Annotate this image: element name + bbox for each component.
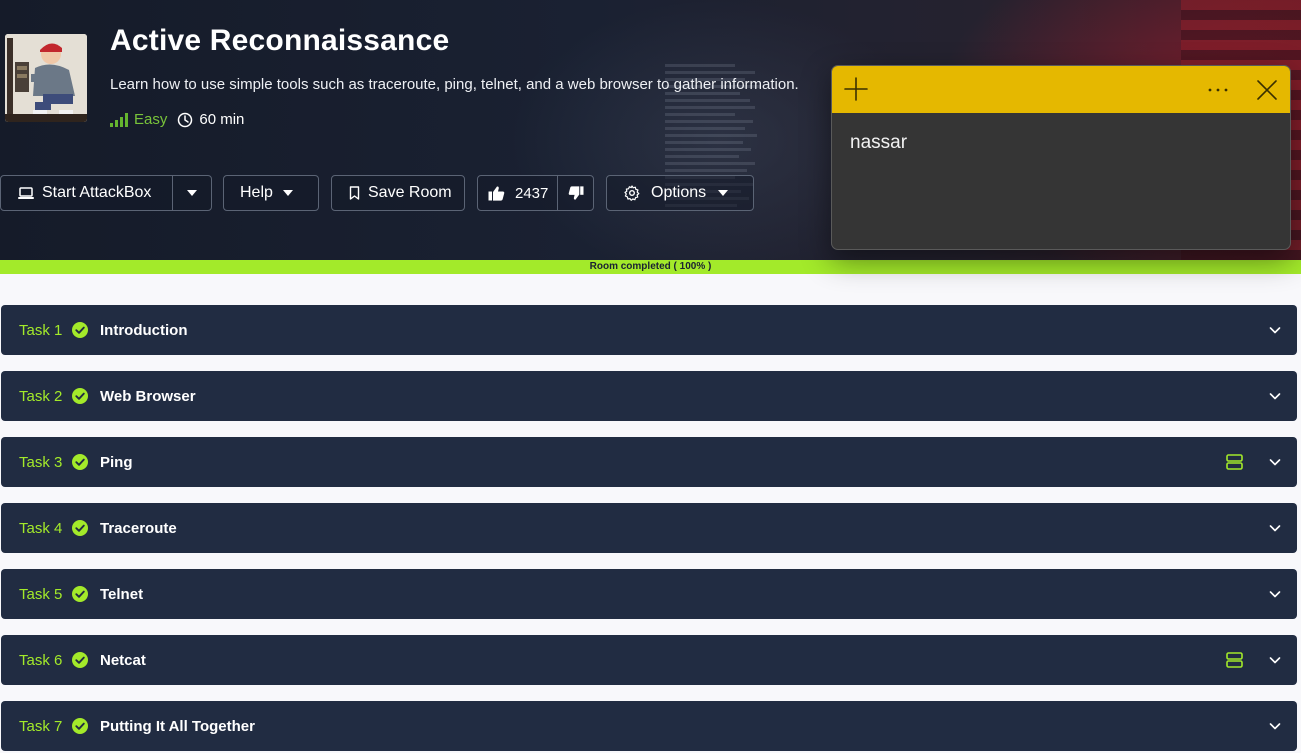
task-title: Ping <box>100 453 133 471</box>
caret-down-icon <box>282 190 293 196</box>
check-circle-icon <box>72 454 88 470</box>
task-row[interactable]: Task 6 Netcat <box>1 635 1297 685</box>
thumbs-down-icon <box>568 185 583 200</box>
sticky-note-header[interactable] <box>832 66 1290 113</box>
progress-label: Room completed ( 100% ) <box>589 261 712 272</box>
chevron-down-icon[interactable] <box>1269 720 1281 732</box>
check-circle-icon <box>72 388 88 404</box>
task-number: Task 3 <box>19 453 63 471</box>
task-number: Task 6 <box>19 651 63 669</box>
chevron-down-icon[interactable] <box>1269 324 1281 336</box>
check-circle-icon <box>72 718 88 734</box>
like-button[interactable]: 2437 <box>477 175 558 211</box>
chevron-down-icon[interactable] <box>1269 588 1281 600</box>
sticky-note-window[interactable]: nassar <box>831 65 1291 250</box>
check-circle-icon <box>72 322 88 338</box>
clock-icon <box>178 112 193 127</box>
room-meta: Easy 60 min <box>110 111 244 128</box>
save-room-button[interactable]: Save Room <box>331 175 465 211</box>
room-progress-bar: Room completed ( 100% ) <box>0 260 1301 274</box>
task-title: Traceroute <box>100 519 177 537</box>
laptop-icon <box>18 187 34 199</box>
task-title: Web Browser <box>100 387 196 405</box>
task-title: Netcat <box>100 651 146 669</box>
chevron-down-icon[interactable] <box>1269 654 1281 666</box>
task-number: Task 1 <box>19 321 63 339</box>
check-circle-icon <box>72 586 88 602</box>
check-circle-icon <box>72 520 88 536</box>
more-options-icon[interactable] <box>1206 78 1230 102</box>
task-row[interactable]: Task 4 Traceroute <box>1 503 1297 553</box>
duration-label: 60 min <box>199 111 245 128</box>
room-icon <box>5 34 87 122</box>
task-number: Task 7 <box>19 717 63 735</box>
difficulty-label: Easy <box>134 111 168 128</box>
task-row[interactable]: Task 2 Web Browser <box>1 371 1297 421</box>
sticky-note-text[interactable]: nassar <box>850 132 907 154</box>
chevron-down-icon[interactable] <box>1269 456 1281 468</box>
options-button[interactable]: Options <box>606 175 754 211</box>
task-title: Putting It All Together <box>100 717 255 735</box>
caret-down-icon <box>187 190 197 196</box>
task-number: Task 4 <box>19 519 63 537</box>
task-number: Task 2 <box>19 387 63 405</box>
gear-icon <box>624 185 640 201</box>
dislike-button[interactable] <box>557 175 594 211</box>
close-icon[interactable] <box>1255 78 1279 102</box>
help-label: Help <box>240 184 273 201</box>
options-label: Options <box>651 184 707 201</box>
thumbs-up-icon <box>488 186 505 201</box>
server-icon <box>1226 652 1243 668</box>
help-button[interactable]: Help <box>223 175 319 211</box>
chevron-down-icon[interactable] <box>1269 522 1281 534</box>
attackbox-dropdown-button[interactable] <box>172 175 212 211</box>
start-attackbox-label: Start AttackBox <box>42 184 152 201</box>
check-circle-icon <box>72 652 88 668</box>
task-row[interactable]: Task 1 Introduction <box>1 305 1297 355</box>
add-note-icon[interactable] <box>844 77 868 101</box>
task-title: Telnet <box>100 585 144 603</box>
task-row[interactable]: Task 3 Ping <box>1 437 1297 487</box>
task-title: Introduction <box>100 321 188 339</box>
server-icon <box>1226 454 1243 470</box>
save-room-label: Save Room <box>368 184 452 201</box>
start-attackbox-button[interactable]: Start AttackBox <box>0 175 173 211</box>
task-row[interactable]: Task 7 Putting It All Together <box>1 701 1297 751</box>
room-title: Active Reconnaissance <box>110 24 450 57</box>
chevron-down-icon[interactable] <box>1269 390 1281 402</box>
room-description: Learn how to use simple tools such as tr… <box>110 76 799 93</box>
caret-down-icon <box>718 190 729 196</box>
signal-bars-icon <box>110 112 128 127</box>
likes-count: 2437 <box>515 184 549 202</box>
task-row[interactable]: Task 5 Telnet <box>1 569 1297 619</box>
bookmark-icon <box>349 186 360 200</box>
task-number: Task 5 <box>19 585 63 603</box>
